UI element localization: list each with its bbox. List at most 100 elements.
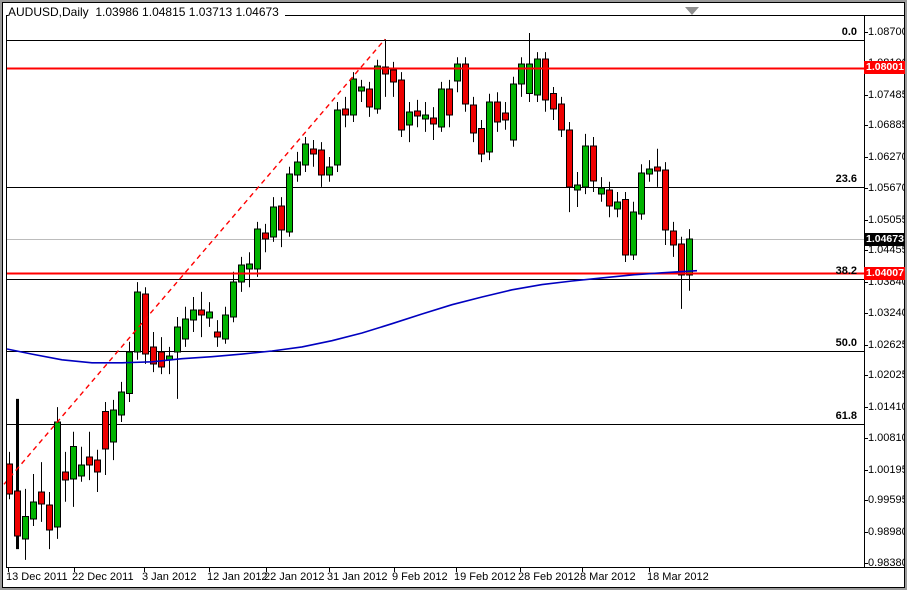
bull-candle (303, 144, 309, 165)
date-tick (520, 568, 521, 572)
bear-candle (671, 231, 677, 245)
bull-candle (439, 89, 445, 127)
price-axis-label: 1.05055 (868, 214, 907, 226)
bear-candle (559, 104, 565, 130)
bull-candle (23, 517, 29, 539)
date-tick (329, 568, 330, 572)
bear-candle (679, 244, 685, 275)
price-axis-label: 1.01410 (868, 401, 907, 413)
date-tick (144, 568, 145, 572)
bull-candle (535, 59, 541, 95)
bear-candle (95, 460, 101, 472)
bull-candle (119, 392, 125, 415)
bear-candle (103, 412, 109, 449)
price-marker-box: 1.04673 (864, 233, 907, 246)
bear-candle (591, 146, 597, 181)
bull-candle (423, 115, 429, 119)
bear-candle (199, 310, 205, 315)
bull-candle (687, 239, 693, 275)
bull-candle (599, 188, 605, 194)
bear-candle (663, 170, 669, 230)
bull-candle (575, 185, 581, 190)
bull-candle (631, 212, 637, 255)
bear-candle (503, 113, 509, 120)
price-axis-label: 1.03240 (868, 307, 907, 319)
trendline[interactable] (4, 39, 385, 484)
date-tick (209, 568, 210, 572)
bear-candle (159, 352, 165, 367)
price-axis-label: 1.02625 (868, 339, 907, 351)
price-axis-label: 1.06270 (868, 151, 907, 163)
price-axis-label: 1.07485 (868, 89, 907, 101)
bull-candle (255, 229, 261, 269)
date-tick (394, 568, 395, 572)
bull-candle (247, 264, 253, 269)
date-tick (74, 568, 75, 572)
fib-level-label-61.8: 61.8 (817, 410, 857, 422)
bull-candle (175, 327, 181, 352)
bull-candle (639, 173, 645, 214)
price-axis-label: 1.00195 (868, 464, 907, 476)
bull-candle (135, 292, 141, 352)
bear-candle (447, 89, 453, 115)
bull-candle (127, 352, 133, 394)
bear-candle (367, 89, 373, 107)
bear-candle (279, 206, 285, 230)
bull-candle (207, 312, 213, 318)
bear-candle (15, 491, 21, 536)
fib-level-label-0.0: 0.0 (817, 26, 857, 38)
bear-candle (399, 80, 405, 130)
fib-level-label-23.6: 23.6 (817, 173, 857, 185)
bull-candle (407, 112, 413, 125)
date-axis-label: 22 Jan 2012 (264, 571, 325, 583)
chart-shift-marker-icon[interactable] (685, 7, 699, 15)
bull-candle (111, 410, 117, 442)
bull-candle (287, 174, 293, 232)
bear-candle (63, 472, 69, 480)
bear-candle (463, 64, 469, 104)
bull-candle (647, 169, 653, 174)
bear-candle (479, 129, 485, 154)
bull-candle (511, 84, 517, 140)
bull-candle (519, 64, 525, 84)
candlestick-chart-surface[interactable] (2, 2, 907, 590)
bear-candle (543, 59, 549, 100)
bear-candle (655, 167, 661, 171)
bull-candle (455, 64, 461, 81)
bear-candle (471, 105, 477, 133)
price-marker-box: 1.08001 (864, 61, 907, 74)
price-axis-label: 1.02025 (868, 369, 907, 381)
date-axis-label: 8 Mar 2012 (580, 571, 636, 583)
bear-candle (391, 70, 397, 82)
date-axis-label: 22 Dec 2011 (72, 571, 134, 583)
bull-candle (223, 315, 229, 339)
bear-candle (415, 111, 421, 116)
fib-level-label-50.0: 50.0 (817, 337, 857, 349)
chart-title: AUDUSD,Daily 1.03986 1.04815 1.03713 1.0… (8, 5, 285, 20)
moving-average-line[interactable] (7, 271, 697, 363)
fib-level-label-38.2: 38.2 (817, 265, 857, 277)
price-axis-label: 0.98380 (868, 557, 907, 569)
bull-candle (335, 110, 341, 165)
bear-candle (551, 94, 557, 109)
date-tick (8, 568, 9, 572)
bear-candle (567, 130, 573, 187)
date-axis-label: 31 Jan 2012 (327, 571, 388, 583)
date-axis-label: 19 Feb 2012 (454, 571, 516, 583)
date-tick (456, 568, 457, 572)
date-axis-label: 28 Feb 2012 (518, 571, 580, 583)
bull-candle (271, 207, 277, 237)
bear-candle (343, 109, 349, 115)
bull-candle (183, 319, 189, 339)
date-axis-label: 13 Dec 2011 (6, 571, 68, 583)
price-axis-label: 1.06885 (868, 119, 907, 131)
bull-candle (55, 422, 61, 527)
price-axis-separator (864, 15, 865, 568)
bear-candle (143, 294, 149, 354)
bull-candle (79, 465, 85, 476)
plot-border-left (6, 15, 7, 568)
bull-candle (615, 202, 621, 209)
bull-candle (295, 162, 301, 175)
bull-candle (583, 146, 589, 187)
bear-candle (215, 332, 221, 337)
